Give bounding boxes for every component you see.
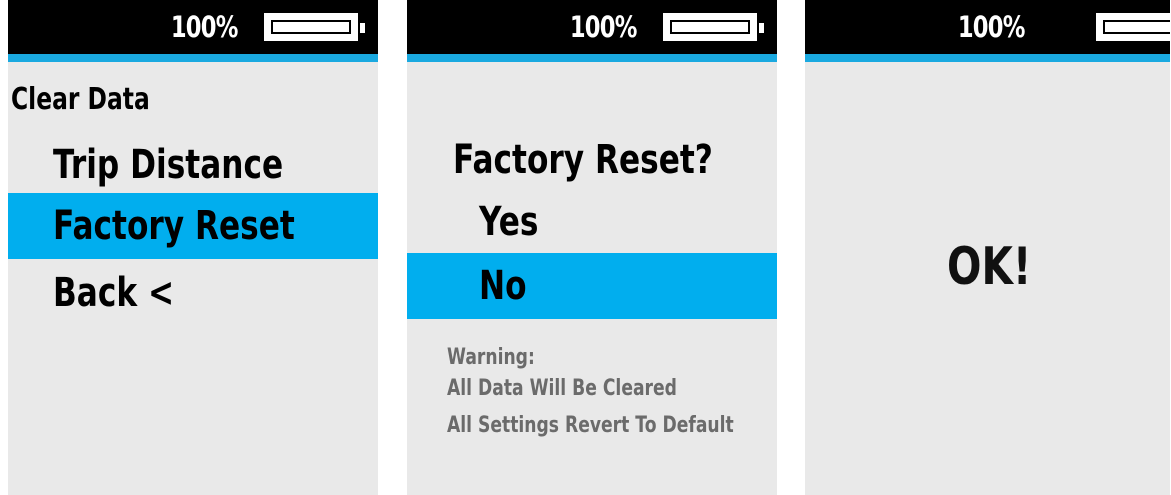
accent-bar — [8, 54, 378, 62]
battery-percentage: 100% — [958, 10, 1026, 44]
menu-item-trip-distance[interactable]: Trip Distance — [53, 140, 283, 190]
confirm-question: Factory Reset? — [453, 137, 713, 183]
menu-item-back[interactable]: Back < — [53, 268, 174, 318]
menu-title: Clear Data — [11, 82, 150, 117]
option-no-selected[interactable] — [407, 253, 777, 319]
warning-line-2: All Settings Revert To Default — [447, 413, 734, 438]
factory-reset-confirm-screen: 100% Factory Reset? Yes No Warning: All … — [407, 0, 777, 495]
battery-full-icon — [663, 13, 764, 41]
option-yes[interactable]: Yes — [479, 197, 538, 247]
battery-full-icon — [1096, 13, 1170, 41]
accent-bar — [805, 54, 1170, 62]
ok-message: OK! — [947, 237, 1032, 297]
battery-full-icon — [264, 13, 365, 41]
clear-data-screen: 100% Clear Data Trip Distance Factory Re… — [8, 0, 378, 495]
status-bar: 100% — [8, 0, 378, 54]
warning-heading: Warning: — [447, 345, 535, 370]
menu-item-factory-reset[interactable]: Factory Reset — [53, 201, 295, 251]
option-no[interactable]: No — [479, 261, 527, 311]
reset-complete-screen: 100% OK! — [805, 0, 1170, 495]
status-bar: 100% — [407, 0, 777, 54]
status-bar: 100% — [805, 0, 1170, 54]
accent-bar — [407, 54, 777, 62]
battery-percentage: 100% — [171, 10, 239, 44]
battery-percentage: 100% — [570, 10, 638, 44]
warning-line-1: All Data Will Be Cleared — [447, 376, 677, 401]
